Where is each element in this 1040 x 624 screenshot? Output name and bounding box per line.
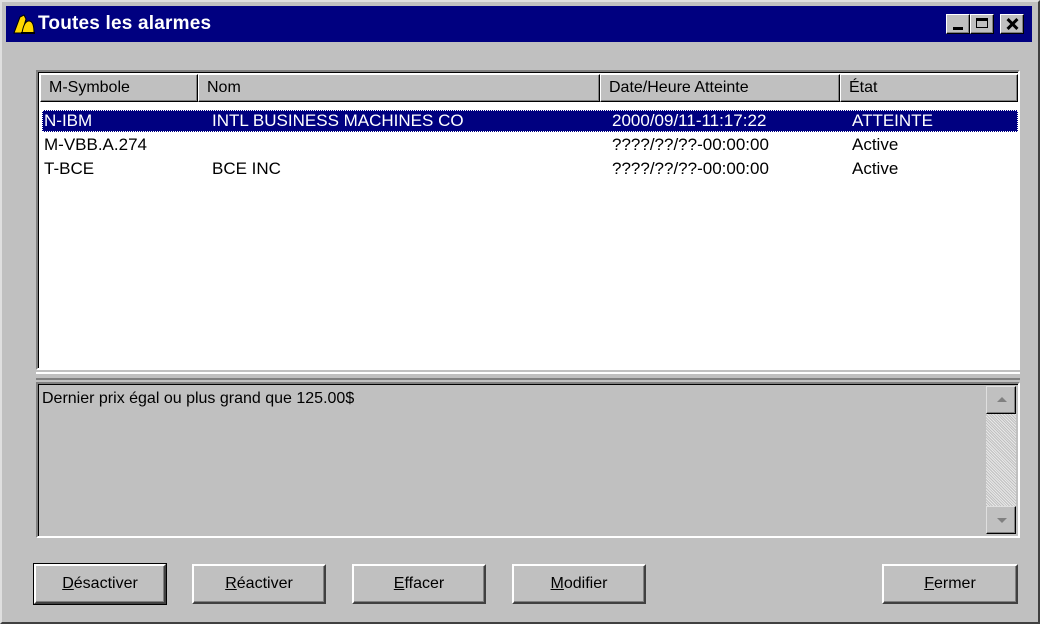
alarm-detail-pane[interactable]: Dernier prix égal ou plus grand que 125.…: [36, 382, 1020, 538]
modify-button[interactable]: Modifier: [512, 564, 646, 604]
column-header-state[interactable]: État: [840, 74, 1018, 102]
cell-datetime: 2000/09/11-11:17:22: [612, 111, 767, 130]
cell-datetime: ????/??/??-00:00:00: [612, 159, 769, 178]
arrow-down-icon: [997, 518, 1007, 523]
cell-symbol: M-VBB.A.274: [44, 135, 147, 154]
mnemonic: E: [393, 575, 405, 592]
scroll-up-button[interactable]: [986, 386, 1016, 414]
cell-state: Active: [852, 159, 899, 178]
alarms-list[interactable]: M-Symbole Nom Date/Heure Atteinte État N…: [36, 70, 1020, 370]
alarm-condition-text: Dernier prix égal ou plus grand que 125.…: [42, 390, 355, 407]
mnemonic: R: [225, 575, 237, 592]
table-row[interactable]: M-VBB.A.274 ????/??/??-00:00:00 Active: [42, 134, 1018, 156]
cell-symbol: N-IBM: [44, 111, 93, 130]
mnemonic: D: [62, 575, 74, 592]
cell-name: INTL BUSINESS MACHINES CO: [212, 111, 464, 130]
erase-button[interactable]: Effacer: [352, 564, 486, 604]
maximize-button[interactable]: [970, 14, 994, 34]
close-button[interactable]: Fermer: [882, 564, 1018, 604]
column-header-symbol[interactable]: M-Symbole: [40, 74, 198, 102]
button-label: odifier: [563, 575, 608, 592]
button-label: ermer: [934, 575, 976, 592]
detail-scrollbar[interactable]: [986, 386, 1016, 534]
table-row[interactable]: T-BCE BCE INC ????/??/??-00:00:00 Active: [42, 158, 1018, 180]
column-header-datetime[interactable]: Date/Heure Atteinte: [600, 74, 840, 102]
mnemonic: M: [550, 575, 564, 592]
cell-symbol: T-BCE: [44, 159, 95, 178]
button-label: éactiver: [236, 575, 293, 592]
cell-state: ATTEINTE: [852, 111, 933, 130]
window-title: Toutes les alarmes: [38, 13, 212, 34]
reactivate-button[interactable]: Réactiver: [192, 564, 326, 604]
deactivate-button[interactable]: Désactiver: [33, 563, 167, 605]
minimize-button[interactable]: [946, 14, 970, 34]
alarms-window: Toutes les alarmes M-Symbole Nom Date/He…: [0, 0, 1040, 624]
button-label: ffacer: [404, 575, 445, 592]
list-header: M-Symbole Nom Date/Heure Atteinte État: [40, 74, 1018, 102]
column-header-name[interactable]: Nom: [198, 74, 600, 102]
scroll-down-button[interactable]: [986, 506, 1016, 534]
mnemonic: F: [924, 575, 934, 592]
close-window-button[interactable]: [1000, 14, 1024, 34]
arrow-up-icon: [997, 397, 1007, 402]
alarm-bell-icon: [13, 14, 35, 34]
cell-datetime: ????/??/??-00:00:00: [612, 135, 769, 154]
cell-name: BCE INC: [212, 159, 281, 178]
table-row[interactable]: N-IBM INTL BUSINESS MACHINES CO 2000/09/…: [42, 110, 1018, 132]
title-bar[interactable]: Toutes les alarmes: [6, 6, 1032, 42]
button-label: ésactiver: [73, 575, 138, 592]
pane-splitter[interactable]: [36, 372, 1020, 380]
cell-state: Active: [852, 135, 899, 154]
